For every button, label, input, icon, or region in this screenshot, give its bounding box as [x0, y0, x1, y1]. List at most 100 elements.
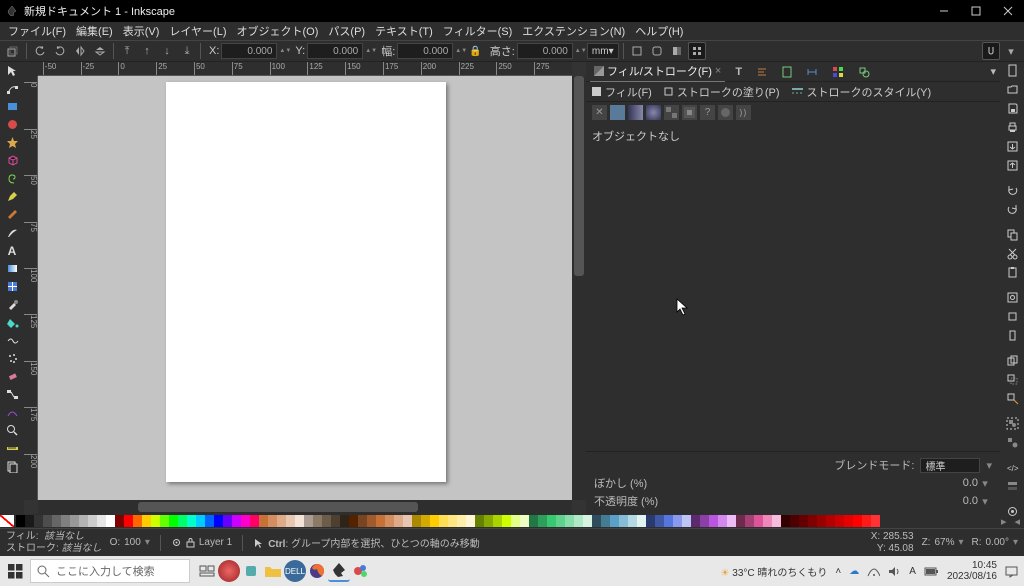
- status-fill-value[interactable]: 該当なし: [44, 531, 84, 542]
- lpe-tool-icon[interactable]: [4, 405, 20, 420]
- swatch[interactable]: [655, 515, 664, 527]
- swatch[interactable]: [376, 515, 385, 527]
- flip-v-icon[interactable]: [91, 42, 109, 60]
- taskbar-inkscape-icon[interactable]: [328, 560, 350, 582]
- snap-options-icon[interactable]: ▾: [1002, 42, 1020, 60]
- swatch[interactable]: [358, 515, 367, 527]
- swatch[interactable]: [430, 515, 439, 527]
- h-input[interactable]: [517, 43, 573, 59]
- dock-tab-objects-icon[interactable]: [854, 64, 874, 80]
- open-icon[interactable]: [1004, 83, 1020, 96]
- swatch[interactable]: [133, 515, 142, 527]
- blend-select[interactable]: 標準: [920, 458, 980, 473]
- pencil-tool-icon[interactable]: [4, 207, 20, 222]
- pages-tool-icon[interactable]: [4, 459, 20, 474]
- fill-subtab[interactable]: フィル(F): [592, 84, 652, 100]
- palette-none-icon[interactable]: [0, 515, 14, 527]
- dock-tab-text-icon[interactable]: T: [731, 64, 746, 80]
- swatch[interactable]: [826, 515, 835, 527]
- swatch[interactable]: [610, 515, 619, 527]
- unlink-clone-icon[interactable]: [1004, 392, 1020, 405]
- swatch[interactable]: [502, 515, 511, 527]
- text-tool-icon[interactable]: A: [4, 243, 20, 258]
- swatch[interactable]: [727, 515, 736, 527]
- new-doc-icon[interactable]: [1004, 64, 1020, 77]
- node-tool-icon[interactable]: [4, 81, 20, 96]
- status-opacity[interactable]: 100: [124, 537, 141, 548]
- swatch[interactable]: [295, 515, 304, 527]
- swatch[interactable]: [799, 515, 808, 527]
- duplicate-icon[interactable]: [1004, 354, 1020, 367]
- swatch[interactable]: [835, 515, 844, 527]
- menu-file[interactable]: ファイル(F): [4, 21, 70, 41]
- maximize-button[interactable]: [960, 0, 992, 22]
- paint-pattern-icon[interactable]: [664, 105, 679, 120]
- mesh-tool-icon[interactable]: [4, 279, 20, 294]
- zoom-draw-icon[interactable]: [1004, 310, 1020, 323]
- swatch[interactable]: [601, 515, 610, 527]
- swatch[interactable]: [412, 515, 421, 527]
- swatch[interactable]: [691, 515, 700, 527]
- lower-icon[interactable]: ↓: [158, 42, 176, 60]
- swatch[interactable]: [556, 515, 565, 527]
- ungroup-icon[interactable]: [1004, 436, 1020, 449]
- swatch[interactable]: [484, 515, 493, 527]
- paint-none-icon[interactable]: ✕: [592, 105, 607, 120]
- connector-tool-icon[interactable]: [4, 387, 20, 402]
- taskbar-app-3-icon[interactable]: DELL: [284, 560, 306, 582]
- stroke-paint-subtab[interactable]: ストロークの塗り(P): [664, 84, 780, 100]
- swatch[interactable]: [97, 515, 106, 527]
- swatch[interactable]: [394, 515, 403, 527]
- menu-help[interactable]: ヘルプ(H): [631, 21, 687, 41]
- swatch[interactable]: [70, 515, 79, 527]
- swatch[interactable]: [142, 515, 151, 527]
- swatch[interactable]: [16, 515, 25, 527]
- paint-mesh-icon[interactable]: [718, 105, 733, 120]
- swatch[interactable]: [214, 515, 223, 527]
- menu-text[interactable]: テキスト(T): [371, 21, 437, 41]
- menu-extensions[interactable]: エクステンション(N): [518, 21, 629, 41]
- menu-view[interactable]: 表示(V): [119, 21, 164, 41]
- swatch[interactable]: [52, 515, 61, 527]
- swatch[interactable]: [187, 515, 196, 527]
- selectors-icon[interactable]: [1004, 480, 1020, 493]
- spiral-tool-icon[interactable]: [4, 171, 20, 186]
- calligraphy-tool-icon[interactable]: [4, 225, 20, 240]
- menu-layer[interactable]: レイヤー(L): [165, 21, 230, 41]
- layer-indicator[interactable]: Layer 1: [171, 537, 232, 548]
- paint-hatch-icon[interactable]: [736, 105, 751, 120]
- taskbar-app-2-icon[interactable]: [240, 560, 262, 582]
- swatch[interactable]: [241, 515, 250, 527]
- swatch[interactable]: [160, 515, 169, 527]
- swatch[interactable]: [682, 515, 691, 527]
- dock-tab-fillstroke[interactable]: フィル/ストローク(F) ×: [590, 61, 725, 82]
- swatch[interactable]: [574, 515, 583, 527]
- swatch[interactable]: [718, 515, 727, 527]
- swatch[interactable]: [61, 515, 70, 527]
- swatch[interactable]: [619, 515, 628, 527]
- paint-linear-icon[interactable]: [628, 105, 643, 120]
- swatch[interactable]: [268, 515, 277, 527]
- zoom-fit-icon[interactable]: [1004, 291, 1020, 304]
- vertical-scrollbar[interactable]: [572, 76, 586, 500]
- blur-value[interactable]: 0.0: [938, 477, 978, 489]
- swatch[interactable]: [367, 515, 376, 527]
- dock-tab-transform-icon[interactable]: [802, 64, 822, 80]
- dock-menu-icon[interactable]: ▾: [986, 63, 1000, 80]
- status-stroke-value[interactable]: 該当なし: [62, 543, 102, 554]
- dock-tab-docprops-icon[interactable]: [778, 64, 796, 80]
- cut-icon[interactable]: [1004, 247, 1020, 260]
- taskbar-app-4-icon[interactable]: [350, 560, 372, 582]
- swatch[interactable]: [781, 515, 790, 527]
- pen-tool-icon[interactable]: [4, 189, 20, 204]
- stroke-style-subtab[interactable]: ストロークのスタイル(Y): [792, 84, 932, 100]
- swatch[interactable]: [331, 515, 340, 527]
- swatch[interactable]: [250, 515, 259, 527]
- weather-widget[interactable]: ☀ 33°C 晴れのちくもり: [721, 564, 828, 579]
- dropper-tool-icon[interactable]: [4, 297, 20, 312]
- swatch[interactable]: [34, 515, 43, 527]
- swatch[interactable]: [403, 515, 412, 527]
- tweak-tool-icon[interactable]: [4, 333, 20, 348]
- swatch[interactable]: [736, 515, 745, 527]
- move-pattern-icon[interactable]: [688, 42, 706, 60]
